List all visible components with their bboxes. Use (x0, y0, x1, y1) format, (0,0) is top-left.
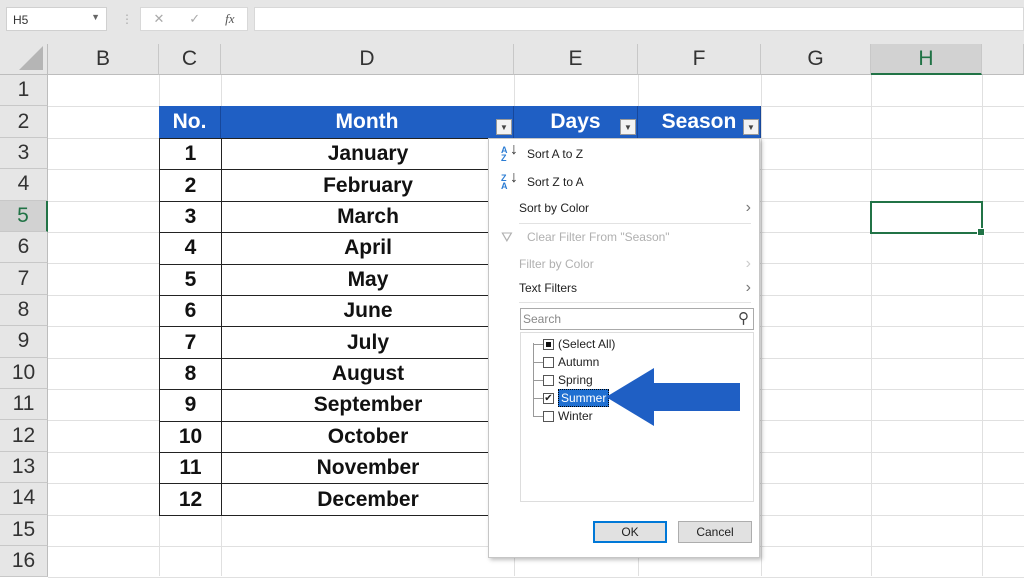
table-cell-no[interactable]: 1 (159, 138, 222, 171)
table-cell-month[interactable]: March (221, 200, 515, 234)
table-cell-month[interactable]: October (221, 420, 515, 453)
table-header-no: No. (159, 106, 221, 138)
filter-item-winter[interactable]: Winter (533, 407, 593, 425)
filter-by-color[interactable]: Filter by Color › (489, 252, 759, 276)
cancel-button[interactable]: Cancel (678, 521, 752, 543)
sort-a-to-z[interactable]: A Z ↓ Sort A to Z (489, 142, 759, 166)
row-header-8[interactable]: 8 (0, 294, 48, 327)
table-cell-month[interactable]: July (221, 326, 515, 359)
table-cell-month[interactable]: December (221, 483, 515, 516)
table-cell-month[interactable]: February (221, 169, 515, 202)
text-filters[interactable]: Text Filters › (489, 276, 759, 300)
row-header-16[interactable]: 16 (0, 546, 48, 578)
filter-item-selectall[interactable]: (Select All) (533, 335, 615, 353)
row-header-5[interactable]: 5 (0, 200, 48, 232)
column-header-C[interactable]: C (159, 44, 221, 75)
row-header-2[interactable]: 2 (0, 106, 48, 138)
filter-dropdown-menu: A Z ↓ Sort A to Z Z A ↓ Sort Z to A Sort by … (488, 138, 760, 558)
table-cell-no[interactable]: 9 (159, 389, 222, 422)
table-cell-month[interactable]: August (221, 357, 515, 391)
row-header-1[interactable]: 1 (0, 75, 48, 107)
row-header-6[interactable]: 6 (0, 232, 48, 264)
search-icon: ⚲ (738, 310, 749, 327)
chevron-right-icon: › (745, 199, 751, 216)
select-all-corner[interactable] (0, 44, 48, 75)
annotation-arrow-left (606, 368, 740, 426)
column-header-G[interactable]: G (761, 44, 871, 75)
column-header-E[interactable]: E (514, 44, 638, 75)
active-cell-h5[interactable] (870, 201, 985, 236)
row-header-9[interactable]: 9 (0, 326, 48, 358)
column-header-B[interactable]: B (48, 44, 159, 75)
row-header-11[interactable]: 11 (0, 389, 48, 421)
table-cell-no[interactable]: 3 (159, 200, 222, 234)
formula-input[interactable] (254, 7, 1024, 31)
formula-bar: H5 ▼ ⋮ ✕ ✓ fx (0, 0, 1024, 44)
chevron-right-icon: › (745, 279, 751, 296)
table-cell-no[interactable]: 10 (159, 420, 222, 453)
table-cell-month[interactable]: May (221, 263, 515, 296)
table-cell-no[interactable]: 5 (159, 263, 222, 296)
table-cell-no[interactable]: 12 (159, 483, 222, 516)
row-header-13[interactable]: 13 (0, 451, 48, 484)
clear-filter-icon: ⛛ (501, 228, 513, 245)
row-header-12[interactable]: 12 (0, 420, 48, 452)
checkbox[interactable] (543, 356, 554, 368)
filter-dropdown-button[interactable]: ▼ (620, 119, 636, 135)
table-cell-no[interactable]: 8 (159, 357, 222, 391)
checkbox[interactable] (543, 374, 554, 386)
table-cell-no[interactable]: 2 (159, 169, 222, 202)
enter-icon[interactable]: ✓ (189, 11, 200, 27)
filter-item-summer[interactable]: ✔ Summer (533, 389, 610, 407)
filter-item-autumn[interactable]: Autumn (533, 353, 599, 371)
chevron-right-icon: › (745, 255, 751, 272)
table-cell-no[interactable]: 4 (159, 232, 222, 265)
table-cell-month[interactable]: April (221, 232, 515, 265)
ok-button[interactable]: OK (593, 521, 667, 543)
column-header-H[interactable]: H (871, 44, 982, 75)
table-cell-no[interactable]: 11 (159, 452, 222, 485)
table-cell-month[interactable]: September (221, 389, 515, 422)
insert-function-icon[interactable]: fx (225, 11, 234, 27)
sort-za-icon: Z A ↓ (501, 169, 518, 191)
search-input[interactable]: Search ⚲ (520, 308, 754, 330)
row-header-14[interactable]: 14 (0, 483, 48, 515)
row-header-15[interactable]: 15 (0, 514, 48, 546)
checkbox[interactable] (543, 410, 554, 422)
column-header-next[interactable] (982, 44, 1024, 75)
name-box[interactable]: H5 ▼ (6, 7, 107, 31)
chevron-down-icon[interactable]: ▼ (91, 12, 100, 22)
column-header-D[interactable]: D (221, 44, 514, 75)
sort-by-color[interactable]: Sort by Color › (489, 196, 759, 220)
sort-z-to-a[interactable]: Z A ↓ Sort Z to A (489, 170, 759, 194)
filter-dropdown-button[interactable]: ▼ (496, 119, 512, 135)
clear-filter[interactable]: ⛛ Clear Filter From "Season" (489, 225, 759, 249)
grip-icon: ⋮ (121, 12, 133, 26)
table-header-month: Month (221, 106, 514, 138)
table-cell-month[interactable]: November (221, 452, 515, 485)
cancel-icon[interactable]: ✕ (153, 11, 164, 27)
checkbox[interactable]: ✔ (543, 392, 554, 404)
table-cell-no[interactable]: 6 (159, 295, 222, 328)
filter-item-spring[interactable]: Spring (533, 371, 593, 389)
table-cell-month[interactable]: January (221, 138, 515, 171)
table-cell-no[interactable]: 7 (159, 326, 222, 359)
filter-dropdown-button[interactable]: ▼ (743, 119, 759, 135)
row-header-7[interactable]: 7 (0, 263, 48, 295)
table-cell-month[interactable]: June (221, 295, 515, 328)
row-header-4[interactable]: 4 (0, 169, 48, 201)
column-header-F[interactable]: F (638, 44, 761, 75)
sort-az-icon: A Z ↓ (501, 141, 518, 163)
row-header-10[interactable]: 10 (0, 357, 48, 389)
checkbox[interactable] (543, 338, 554, 350)
row-header-3[interactable]: 3 (0, 137, 48, 170)
